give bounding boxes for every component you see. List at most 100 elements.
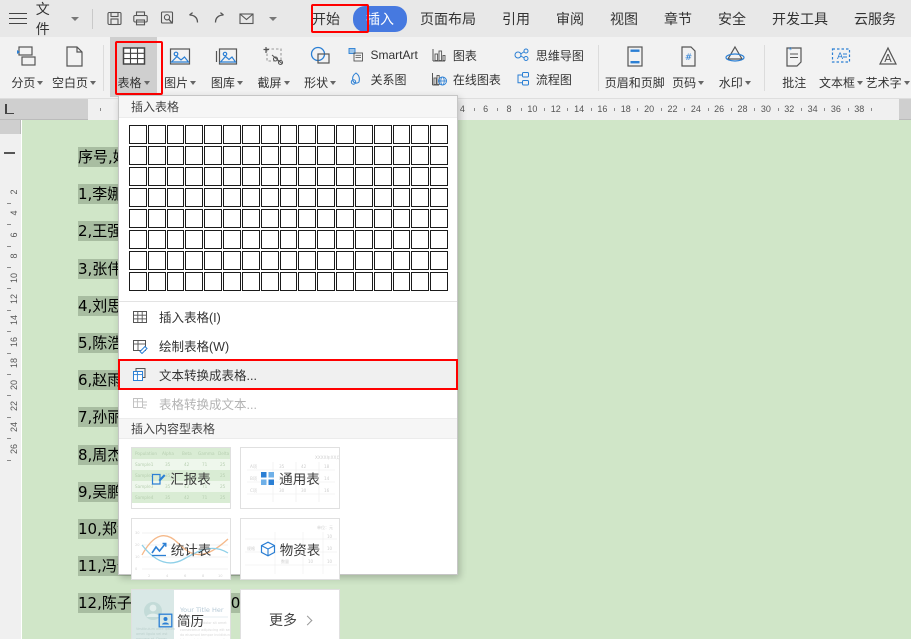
grid-cell[interactable] [204,251,223,270]
grid-cell[interactable] [204,167,223,186]
grid-cell[interactable] [147,146,166,165]
grid-cell[interactable] [241,188,260,207]
grid-cell[interactable] [354,146,373,165]
card-more[interactable]: 更多 [240,589,340,639]
tab-security[interactable]: 安全 [705,6,759,32]
chevron-down-icon[interactable] [698,80,705,85]
grid-cell[interactable] [430,251,449,270]
ribbon-button-table[interactable]: 表格 [110,37,157,97]
grid-cell[interactable] [373,272,392,291]
grid-cell[interactable] [411,272,430,291]
more-qat-icon[interactable] [261,6,285,32]
grid-cell[interactable] [166,188,185,207]
grid-cell[interactable] [411,251,430,270]
table-size-grid[interactable] [119,118,457,299]
grid-cell[interactable] [336,167,354,186]
grid-cell[interactable] [166,272,185,291]
grid-cell[interactable] [260,230,279,249]
grid-cell[interactable] [411,167,430,186]
grid-cell[interactable] [430,125,449,144]
grid-cell[interactable] [354,167,373,186]
card-report-table[interactable]: Population Alpha Beta Gamma Delta Sample1 35 4… [131,447,231,509]
grid-cell[interactable] [336,230,354,249]
grid-cell[interactable] [392,188,411,207]
grid-cell[interactable] [241,167,260,186]
ribbon-item-flowchart[interactable]: 流程图 [509,67,592,91]
grid-cell[interactable] [260,167,279,186]
table-dropdown-panel[interactable]: 插入表格 插入表格(I) 绘制表格(W) 文本转换成表格... 表格转换成文本.… [118,95,458,639]
grid-cell[interactable] [279,230,298,249]
tab-start[interactable]: 开始 [299,6,353,32]
grid-cell[interactable] [336,125,354,144]
grid-cell[interactable] [204,188,223,207]
grid-cell[interactable] [373,146,392,165]
grid-cell[interactable] [317,272,336,291]
grid-cell[interactable] [260,251,279,270]
grid-cell[interactable] [166,167,185,186]
grid-cell[interactable] [147,272,166,291]
chevron-down-icon[interactable] [37,80,44,85]
redo-icon[interactable] [208,6,232,32]
chevron-down-icon[interactable] [744,80,751,85]
grid-cell[interactable] [223,188,241,207]
grid-cell[interactable] [336,188,354,207]
tab-sections[interactable]: 章节 [651,6,705,32]
grid-cell[interactable] [373,188,392,207]
chevron-down-icon[interactable] [71,16,80,21]
grid-cell[interactable] [129,146,147,165]
grid-cell[interactable] [392,272,411,291]
grid-cell[interactable] [241,272,260,291]
save-icon[interactable] [102,6,126,32]
chevron-down-icon[interactable] [283,80,290,85]
grid-cell[interactable] [392,230,411,249]
file-menu-label[interactable]: 文件 [33,0,65,39]
grid-cell[interactable] [166,125,185,144]
grid-cell[interactable] [354,230,373,249]
grid-cell[interactable] [317,230,336,249]
grid-cell[interactable] [298,167,317,186]
grid-cell[interactable] [317,146,336,165]
grid-cell[interactable] [260,125,279,144]
chevron-down-icon[interactable] [856,80,863,85]
ribbon-button-picture[interactable]: 图片 [157,37,204,97]
grid-cell[interactable] [392,167,411,186]
grid-cell[interactable] [354,251,373,270]
grid-cell[interactable] [147,230,166,249]
ribbon-item-relation-chart[interactable]: 关系图 [343,67,425,91]
grid-cell[interactable] [317,209,336,228]
grid-cell[interactable] [279,188,298,207]
ribbon-button-screenshot[interactable]: 截屏 [250,37,297,97]
grid-cell[interactable] [260,209,279,228]
grid-cell[interactable] [279,146,298,165]
grid-cell[interactable] [166,251,185,270]
card-stats-table[interactable]: 30 20 10 0 2 4 6 8 10 统计表 [131,518,231,580]
ribbon-button-gallery[interactable]: 图库 [204,37,251,97]
tab-insert[interactable]: 插入 [353,5,407,32]
grid-cell[interactable] [204,125,223,144]
grid-cell[interactable] [298,188,317,207]
grid-cell[interactable] [241,230,260,249]
ribbon-button-watermark[interactable]: 水印 [711,37,758,97]
grid-cell[interactable] [392,146,411,165]
grid-cell[interactable] [129,188,147,207]
grid-cell[interactable] [129,167,147,186]
grid-cell[interactable] [317,167,336,186]
grid-cell[interactable] [129,230,147,249]
tab-stop-indicator[interactable] [5,104,14,114]
grid-cell[interactable] [147,188,166,207]
grid-cell[interactable] [223,272,241,291]
ribbon-item-smartart[interactable]: SmartArt [343,43,425,67]
grid-cell[interactable] [336,251,354,270]
grid-cell[interactable] [298,230,317,249]
grid-cell[interactable] [373,167,392,186]
grid-cell[interactable] [411,146,430,165]
grid-cell[interactable] [129,125,147,144]
grid-cell[interactable] [147,167,166,186]
grid-cell[interactable] [185,251,204,270]
grid-cell[interactable] [223,251,241,270]
app-menu-icon[interactable] [8,12,27,26]
grid-cell[interactable] [317,125,336,144]
grid-cell[interactable] [373,251,392,270]
grid-cell[interactable] [298,209,317,228]
grid-cell[interactable] [430,209,449,228]
